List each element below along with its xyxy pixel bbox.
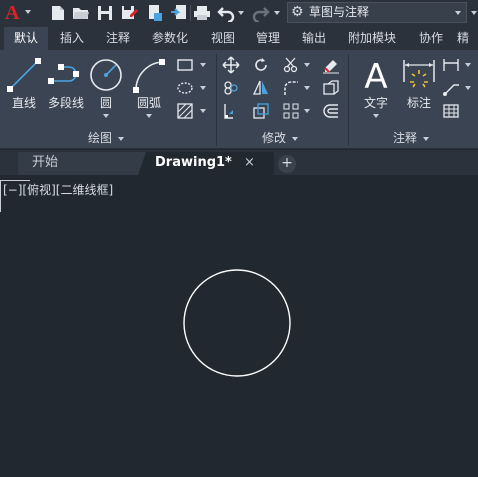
tab-featured[interactable]: 精 — [457, 27, 477, 50]
dimension-label: 标注 — [406, 96, 431, 110]
rectangle-icon[interactable] — [176, 56, 194, 74]
fillet-icon[interactable] — [282, 79, 300, 97]
array-chevron-icon[interactable] — [304, 109, 310, 113]
tab-annotate[interactable]: 注释 — [98, 27, 138, 50]
annotation-panel-label: 注释 — [393, 131, 418, 145]
dimension-button[interactable]: 标注 — [398, 54, 440, 114]
array-icon[interactable] — [282, 102, 300, 120]
tab-addins[interactable]: 附加模块 — [340, 27, 404, 50]
customize-chevron-icon[interactable] — [471, 11, 477, 15]
stretch-icon[interactable] — [222, 102, 240, 120]
rectangle-chevron-icon[interactable] — [200, 63, 206, 67]
publish-icon[interactable] — [146, 4, 164, 22]
tab-default[interactable]: 默认 — [4, 27, 48, 50]
annotation-panel-title[interactable]: 注释 — [393, 130, 430, 146]
drawing-area[interactable] — [0, 175, 478, 477]
circle-icon — [90, 59, 122, 91]
tab-collaborate[interactable]: 协作 — [411, 27, 451, 50]
save-as-icon[interactable] — [120, 4, 138, 22]
undo-icon[interactable] — [217, 4, 235, 22]
tab-manage[interactable]: 管理 — [248, 27, 288, 50]
panel-divider — [348, 54, 349, 146]
polyline-label: 多段线 — [47, 96, 84, 110]
explode-icon[interactable] — [322, 79, 340, 97]
trim-chevron-icon[interactable] — [304, 63, 310, 67]
hatch-chevron-icon[interactable] — [200, 109, 206, 113]
annotation-panel-chevron-icon — [423, 136, 430, 141]
workspace-label: 草图与注释 — [309, 5, 370, 19]
arc-icon — [133, 59, 165, 93]
redo-chevron-icon[interactable] — [274, 11, 280, 15]
ellipse-icon[interactable] — [176, 79, 194, 97]
tab-insert[interactable]: 插入 — [52, 27, 92, 50]
text-label: 文字 — [363, 96, 388, 110]
arc-chevron-icon[interactable] — [146, 114, 152, 118]
text-icon: A — [364, 57, 387, 94]
dimension-icon — [403, 60, 435, 88]
ribbon-tab-bar: 默认 插入 注释 参数化 视图 管理 输出 附加模块 协作 精 — [0, 27, 478, 50]
plot-icon[interactable] — [193, 4, 211, 22]
modify-panel-title[interactable]: 修改 — [262, 130, 299, 146]
move-icon[interactable] — [222, 56, 240, 74]
draw-panel-label: 绘图 — [88, 131, 113, 145]
app-menu-chevron-icon[interactable] — [25, 10, 31, 14]
tab-start[interactable]: 开始 — [18, 152, 146, 175]
linear-dimension-icon[interactable] — [442, 56, 460, 74]
offset-icon[interactable] — [322, 102, 340, 120]
scale-icon[interactable] — [252, 102, 270, 120]
tab-view[interactable]: 视图 — [203, 27, 243, 50]
copy-icon[interactable] — [222, 79, 240, 97]
redo-icon[interactable] — [252, 4, 270, 22]
line-label: 直线 — [11, 96, 36, 110]
rotate-icon[interactable] — [252, 56, 270, 74]
ribbon-panel: 直线 多段线 圆 圆弧 绘图 修改 A 文字 标注 注释 — [0, 50, 478, 149]
file-tab-bar: 开始 Drawing1* × + — [0, 150, 478, 175]
leader-icon[interactable] — [442, 79, 460, 97]
gear-icon: ⚙ — [291, 4, 304, 20]
new-tab-button[interactable]: + — [278, 155, 296, 173]
arc-label: 圆弧 — [136, 96, 161, 110]
trim-icon[interactable] — [282, 56, 300, 74]
circle-label: 圆 — [99, 96, 112, 110]
erase-icon[interactable] — [322, 56, 340, 74]
workspace-selector[interactable]: ⚙ 草图与注释 — [287, 2, 467, 23]
draw-panel-chevron-icon — [118, 136, 125, 141]
drawing-canvas[interactable]: [−][俯视][二维线框] — [0, 175, 478, 477]
draw-panel-title[interactable]: 绘图 — [88, 130, 125, 146]
circle-button[interactable]: 圆 — [88, 54, 124, 118]
tab-output[interactable]: 输出 — [294, 27, 334, 50]
drawn-circle[interactable] — [183, 269, 291, 377]
arc-button[interactable]: 圆弧 — [128, 54, 170, 118]
linear-dimension-chevron-icon[interactable] — [465, 63, 471, 67]
table-icon[interactable] — [442, 102, 460, 120]
leader-chevron-icon[interactable] — [465, 86, 471, 90]
new-file-icon[interactable] — [49, 4, 67, 22]
polyline-button[interactable]: 多段线 — [44, 54, 88, 114]
modify-panel-chevron-icon — [292, 136, 299, 141]
save-icon[interactable] — [96, 4, 114, 22]
tab-parametric[interactable]: 参数化 — [144, 27, 196, 50]
ellipse-chevron-icon[interactable] — [200, 86, 206, 90]
mirror-icon[interactable] — [252, 79, 270, 97]
close-tab-icon[interactable]: × — [244, 153, 255, 173]
line-icon — [7, 58, 41, 92]
polyline-icon — [48, 64, 79, 84]
hatch-icon[interactable] — [176, 102, 194, 120]
text-chevron-icon[interactable] — [373, 114, 379, 118]
undo-chevron-icon[interactable] — [238, 11, 244, 15]
workspace-chevron-icon — [455, 11, 461, 15]
import-icon[interactable] — [170, 4, 188, 22]
line-button[interactable]: 直线 — [4, 54, 44, 114]
panel-divider — [216, 54, 217, 146]
quick-access-toolbar: A ⚙ 草图与注释 — [0, 0, 478, 27]
app-logo[interactable]: A — [5, 2, 19, 24]
svg-text:A: A — [364, 57, 387, 94]
fillet-chevron-icon[interactable] — [304, 86, 310, 90]
toolbar-separator — [190, 5, 191, 21]
circle-chevron-icon[interactable] — [103, 114, 109, 118]
text-button[interactable]: A 文字 — [356, 54, 396, 118]
modify-panel-label: 修改 — [262, 131, 287, 145]
open-folder-icon[interactable] — [72, 4, 90, 22]
